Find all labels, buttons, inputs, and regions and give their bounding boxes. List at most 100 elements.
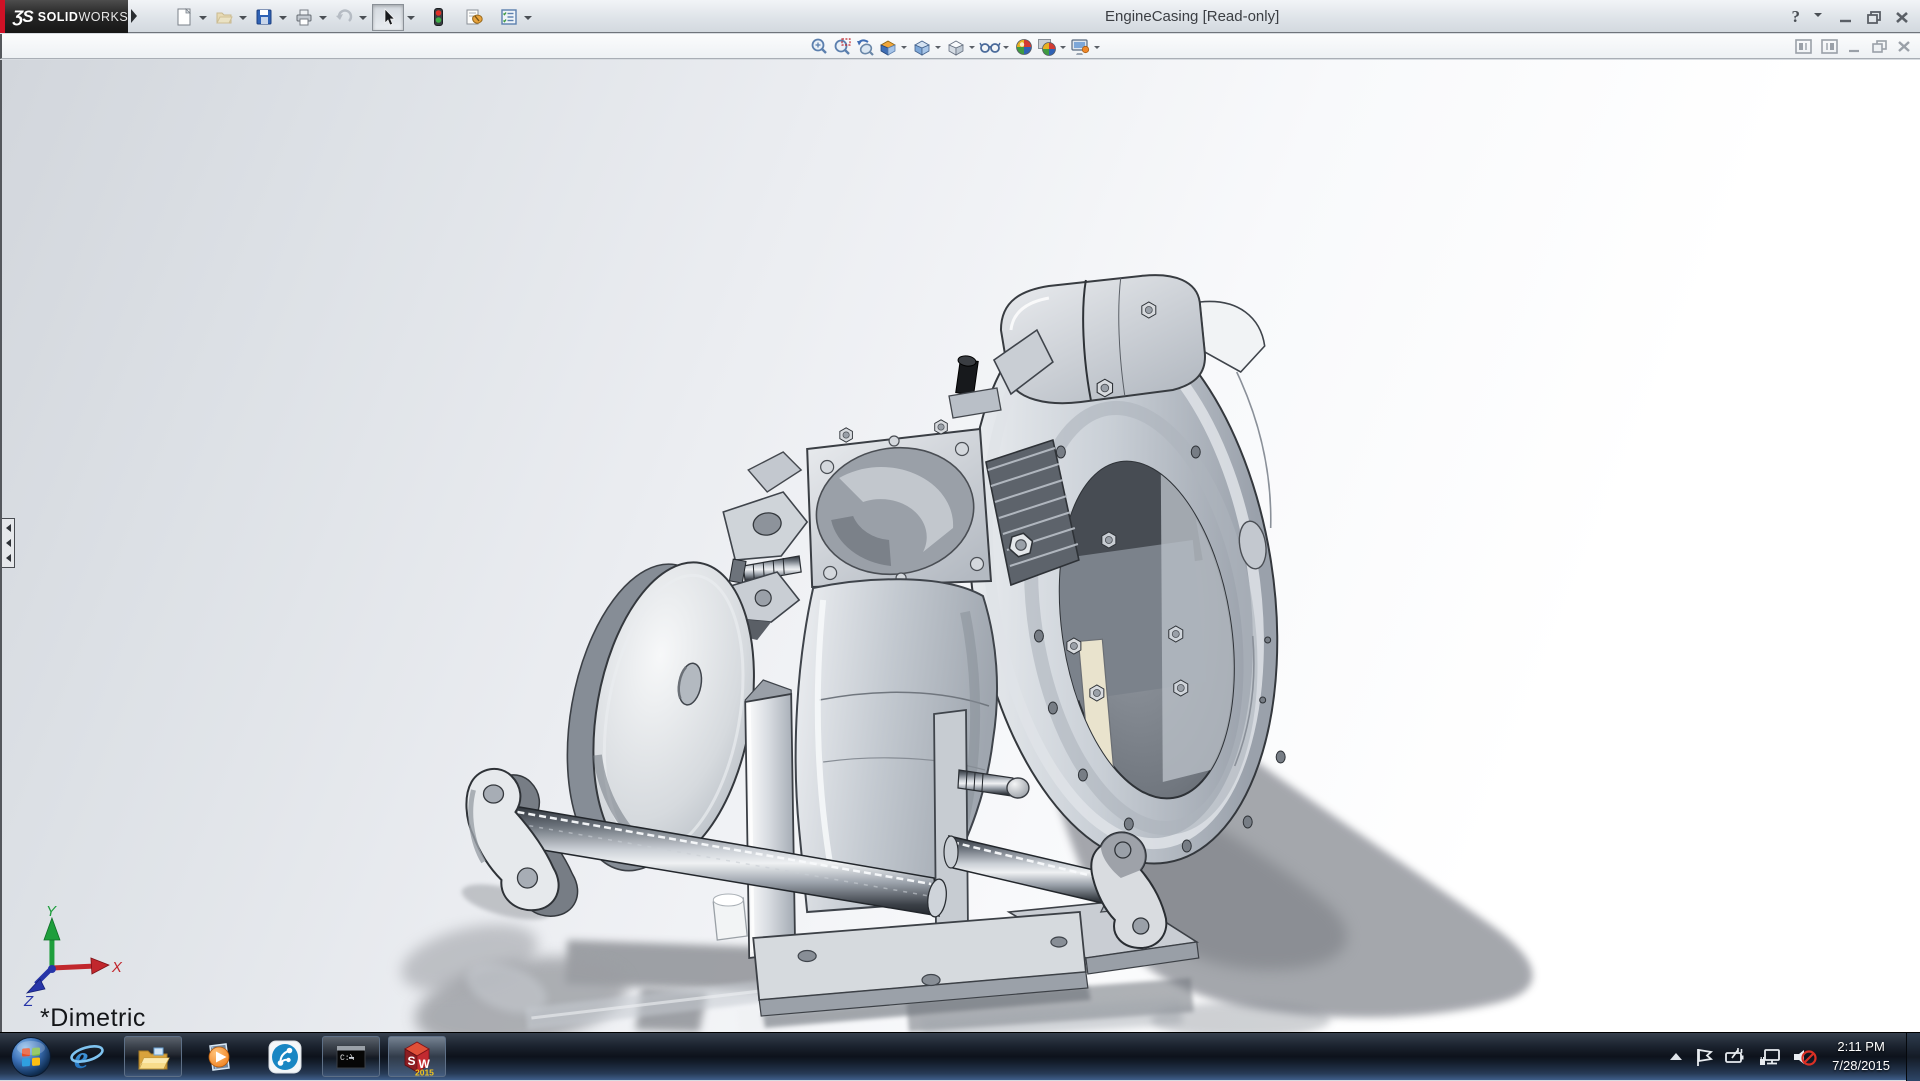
view-settings-button[interactable] [1070,36,1092,58]
command-prompt-icon: C:\ [335,1043,367,1071]
zoom-to-area-button[interactable] [831,36,853,58]
system-tray: 2:11 PM 7/28/2015 [1668,1033,1920,1080]
feature-manager-collapsed-tab[interactable] [2,518,15,568]
taskbar-share-app[interactable] [252,1033,318,1081]
pane-left-icon[interactable] [1795,39,1812,54]
doc-restore-icon[interactable] [1871,39,1888,54]
media-player-icon [202,1040,236,1074]
traffic-light-icon [428,7,448,27]
volume-muted-icon[interactable] [1792,1046,1818,1068]
view-settings-dropdown-icon[interactable] [1094,46,1100,52]
doc-minimize-icon[interactable] [1847,39,1862,54]
close-icon[interactable] [1894,9,1910,25]
taskbar-internet-explorer[interactable]: e [54,1033,120,1081]
zoom-to-area-icon [832,37,852,57]
select-button[interactable] [372,4,404,31]
network-icon[interactable] [1758,1046,1782,1068]
logo-red-stripe [0,0,5,33]
options-dropdown-icon[interactable] [524,16,532,24]
view-orientation-label: *Dimetric [40,1004,146,1033]
internet-explorer-icon: e [69,1039,105,1075]
rebuild-button[interactable] [426,5,450,29]
windows-explorer-button[interactable] [124,1036,182,1077]
folder-icon [136,1042,170,1072]
taskbar-windows-explorer[interactable] [120,1033,186,1081]
tray-clock[interactable]: 2:11 PM 7/28/2015 [1832,1038,1890,1076]
brand-solid: SOLID [38,10,79,24]
power-battery-icon[interactable] [1724,1046,1748,1068]
new-document-icon [174,7,194,27]
print-dropdown-icon[interactable] [319,16,327,24]
restore-icon[interactable] [1865,9,1883,25]
select-cursor-icon [378,7,398,27]
previous-view-icon [855,37,875,57]
sw-badge-2015: 2015 [415,1067,434,1076]
print-button[interactable] [292,5,316,29]
document-window-controls [1795,35,1912,58]
minimize-icon[interactable] [1838,9,1854,25]
open-dropdown-icon[interactable] [239,16,247,24]
menu-expand-icon[interactable] [131,9,137,23]
taskbar-command-prompt[interactable]: C:\ [318,1033,384,1081]
action-center-flag-icon[interactable] [1694,1046,1714,1068]
windows-taskbar: e [0,1032,1920,1080]
graphics-area[interactable]: Y X Z *Dimetric [0,60,1920,1032]
model-3d-view[interactable]: Y X Z [2,60,1920,1032]
display-style-button[interactable] [945,36,967,58]
tray-time: 2:11 PM [1832,1038,1890,1057]
apply-scene-dropdown-icon[interactable] [1060,46,1066,52]
file-properties-icon [464,7,486,27]
section-dropdown-icon[interactable] [901,46,907,52]
window-title: EngineCasing [Read-only] [1105,0,1279,33]
pane-right-icon[interactable] [1821,39,1838,54]
undo-button[interactable] [332,5,356,29]
collapse-arrow-icon [2,554,11,562]
start-button[interactable] [8,1034,54,1080]
undo-icon [334,7,354,27]
taskbar-solidworks[interactable]: S W 2015 [384,1033,450,1081]
undo-dropdown-icon[interactable] [359,16,367,24]
open-folder-icon [214,7,234,27]
hide-show-items-button[interactable] [979,36,1001,58]
edit-appearance-button[interactable] [1013,36,1035,58]
apply-scene-button[interactable] [1036,36,1058,58]
hide-show-dropdown-icon[interactable] [1003,46,1009,52]
solidworks-button[interactable]: S W 2015 [388,1036,446,1077]
show-hidden-icons-chevron[interactable] [1668,1051,1684,1063]
heads-up-view-toolbar [808,35,1103,58]
zoom-to-fit-button[interactable] [808,36,830,58]
sw-letter-s: S [408,1054,416,1068]
eyeglasses-icon [979,37,1001,57]
display-style-icon [946,37,966,57]
section-view-button[interactable] [877,36,899,58]
top-bracket [949,275,1265,418]
new-document-button[interactable] [172,5,196,29]
select-dropdown-icon[interactable] [407,16,415,24]
doc-close-icon[interactable] [1897,39,1912,54]
taskbar-media-player[interactable] [186,1033,252,1081]
open-button[interactable] [212,5,236,29]
zoom-to-fit-icon [809,37,829,57]
help-dropdown-icon[interactable] [1814,13,1822,21]
options-button[interactable] [497,5,521,29]
apply-scene-icon [1037,37,1057,57]
show-desktop-button[interactable] [1906,1033,1920,1081]
orientation-triad: Y X Z [23,903,123,1010]
print-icon [294,7,314,27]
help-icon[interactable]: ? [1792,7,1801,27]
dassault-3ds-icon: ƷS [13,7,33,27]
command-prompt-button[interactable]: C:\ [322,1036,380,1077]
display-style-dropdown-icon[interactable] [969,46,975,52]
solidworks-2015-icon: S W 2015 [398,1038,436,1076]
save-floppy-icon [254,7,274,27]
appearance-ball-icon [1014,37,1034,57]
view-orientation-dropdown-icon[interactable] [935,46,941,52]
view-orientation-button[interactable] [911,36,933,58]
share-app-icon [267,1039,303,1075]
previous-view-button[interactable] [854,36,876,58]
triad-y-label: Y [46,903,57,920]
save-dropdown-icon[interactable] [279,16,287,24]
new-dropdown-icon[interactable] [199,16,207,24]
file-properties-button[interactable] [463,5,487,29]
save-button[interactable] [252,5,276,29]
